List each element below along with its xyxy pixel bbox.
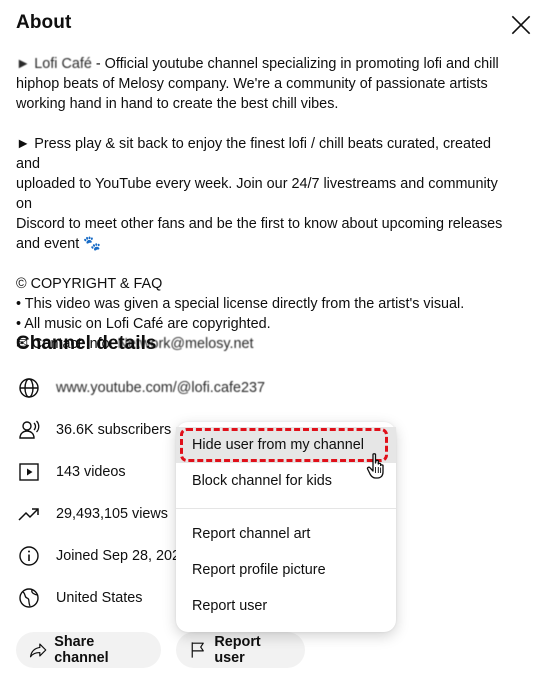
- share-channel-button[interactable]: Share channel: [16, 632, 161, 668]
- info-icon: [16, 543, 42, 569]
- paw-emoji: 🐾: [83, 236, 102, 252]
- bullet-line: • All music on Lofi Café are copyrighted…: [16, 316, 271, 332]
- globe-icon: [16, 375, 42, 401]
- joined-row: Joined Sep 28, 2021: [16, 542, 188, 570]
- videos-row: 143 videos: [16, 458, 126, 486]
- country-row: United States: [16, 584, 142, 612]
- desc-text: - Official youtube channel specializing …: [91, 56, 499, 72]
- menu-item-label: Block channel for kids: [192, 473, 332, 489]
- channel-name-text: ► Lofi Café: [16, 56, 92, 72]
- menu-item-hide-user[interactable]: Hide user from my channel: [176, 427, 396, 463]
- joined-date: Joined Sep 28, 2021: [56, 548, 189, 564]
- about-title: About: [16, 12, 72, 33]
- trending-icon: [16, 501, 42, 527]
- desc-line: ► Press play & sit back to enjoy the fin…: [16, 136, 491, 172]
- subscribers-row: 36.6K subscribers: [16, 416, 171, 444]
- share-channel-label: Share channel: [54, 634, 109, 666]
- channel-options-menu: Hide user from my channel Block channel …: [176, 422, 396, 632]
- menu-divider: [176, 508, 396, 509]
- desc-text: and event: [16, 236, 80, 252]
- close-icon: [511, 15, 531, 35]
- copyright-line: © COPYRIGHT & FAQ: [16, 276, 163, 292]
- menu-item-report-picture[interactable]: Report profile picture: [176, 552, 396, 588]
- report-user-label: Report user: [214, 634, 261, 666]
- globe-location-icon: [16, 585, 42, 611]
- play-icon: [16, 459, 42, 485]
- videos-count: 143 videos: [56, 464, 126, 480]
- channel-details-title: Channel details: [16, 333, 157, 354]
- views-count: 29,493,105 views: [56, 506, 169, 522]
- menu-item-report-user[interactable]: Report user: [176, 588, 396, 624]
- desc-line: hiphop beats of Melosy company. We're a …: [16, 76, 488, 92]
- bullet-line: • This video was given a special license…: [16, 296, 465, 312]
- menu-item-label: Hide user from my channel: [192, 437, 364, 453]
- desc-line: ► Lofi Café - Official youtube channel s…: [16, 54, 516, 74]
- channel-description: ► Lofi Café - Official youtube channel s…: [16, 54, 516, 354]
- menu-item-label: Report user: [192, 598, 268, 614]
- views-row: 29,493,105 views: [16, 500, 168, 528]
- channel-url-link[interactable]: www.youtube.com/@lofi.cafe237: [56, 380, 265, 396]
- desc-line: working hand in hand to create the best …: [16, 96, 339, 112]
- desc-line: uploaded to YouTube every week. Join our…: [16, 176, 498, 212]
- close-button[interactable]: [508, 12, 534, 38]
- menu-item-label: Report channel art: [192, 526, 311, 542]
- country-text: United States: [56, 590, 143, 606]
- menu-item-report-art[interactable]: Report channel art: [176, 516, 396, 552]
- subscribers-icon: [16, 417, 42, 443]
- menu-item-label: Report profile picture: [192, 562, 326, 578]
- menu-item-block-kids[interactable]: Block channel for kids: [176, 463, 396, 499]
- desc-line: Discord to meet other fans and be the fi…: [16, 216, 503, 232]
- share-icon: [29, 643, 47, 658]
- flag-icon: [191, 642, 204, 658]
- report-user-button[interactable]: Report user: [176, 632, 305, 668]
- channel-url-row: www.youtube.com/@lofi.cafe237: [16, 374, 265, 402]
- desc-line: and event 🐾: [16, 234, 516, 254]
- subscribers-count: 36.6K subscribers: [56, 422, 172, 438]
